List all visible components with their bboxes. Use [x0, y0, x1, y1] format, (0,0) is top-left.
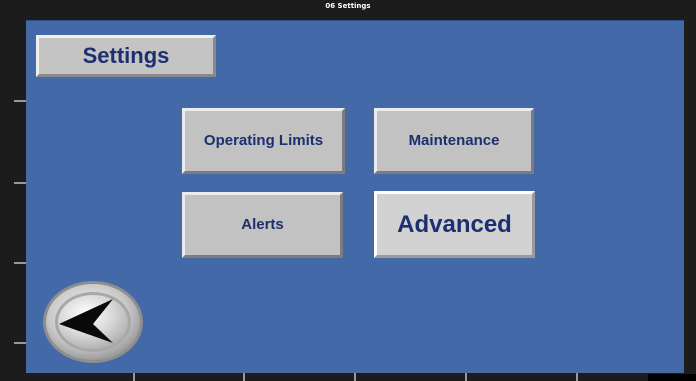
frame-tick [243, 372, 245, 381]
arrow-left-icon [43, 281, 143, 363]
frame-tick [14, 262, 26, 264]
frame-tick [14, 182, 26, 184]
back-button[interactable] [41, 279, 145, 365]
frame-tick [14, 100, 26, 102]
hmi-window: 06 Settings Settings Operating Limits Ma… [0, 0, 696, 381]
frame-tick [465, 372, 467, 381]
window-title: 06 Settings [325, 2, 371, 10]
maintenance-button[interactable]: Maintenance [374, 108, 534, 174]
frame-tick [133, 372, 135, 381]
frame-tick [14, 342, 26, 344]
alerts-button[interactable]: Alerts [182, 192, 343, 258]
page-title: Settings [36, 35, 216, 77]
operating-limits-button[interactable]: Operating Limits [182, 108, 345, 174]
frame-tick [576, 372, 578, 381]
advanced-button[interactable]: Advanced [374, 191, 535, 258]
frame-corner [648, 374, 696, 381]
frame-tick [354, 372, 356, 381]
